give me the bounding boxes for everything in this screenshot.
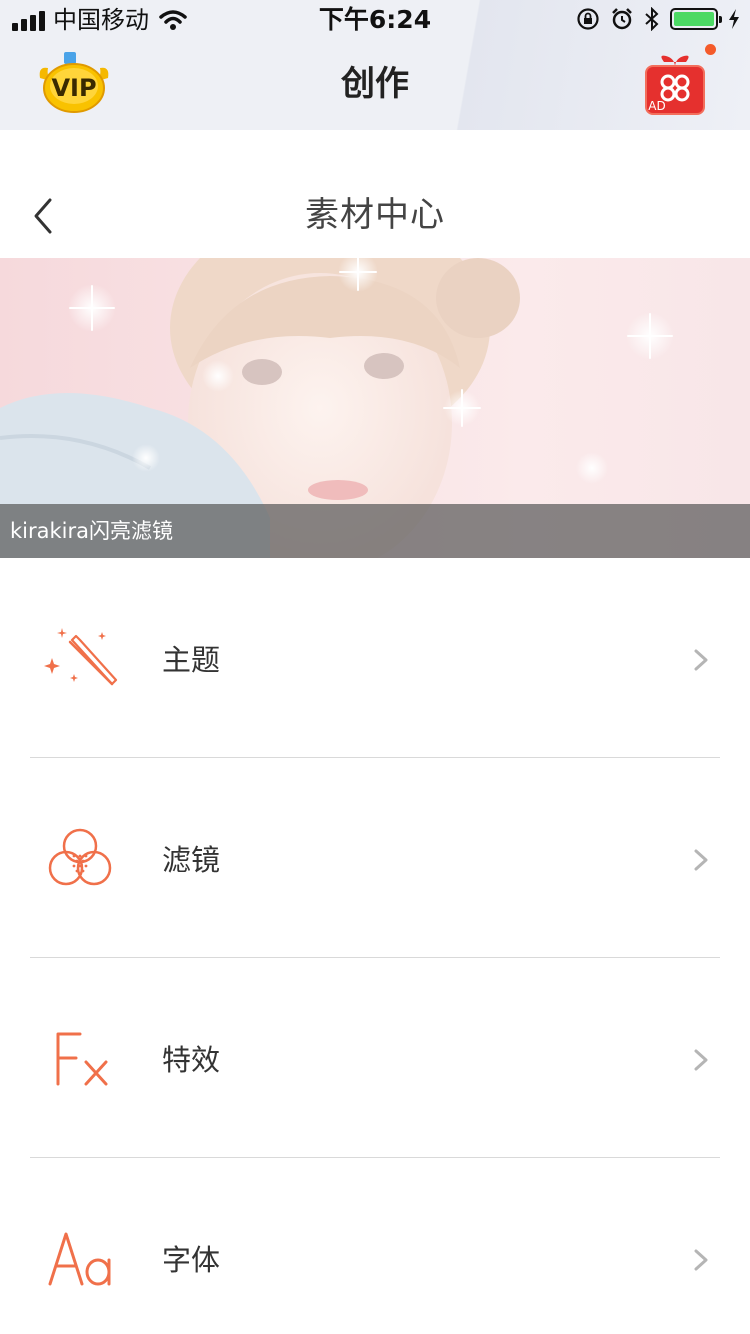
chevron-right-icon (694, 1249, 708, 1271)
gift-ad-text: AD (648, 99, 665, 113)
font-icon (48, 1232, 111, 1286)
menu-item-font[interactable]: 字体 (0, 1158, 750, 1334)
magic-wand-icon (44, 628, 118, 686)
app-title: 创作 (341, 64, 409, 104)
chevron-right-icon (694, 649, 708, 671)
bluetooth-icon (645, 7, 659, 31)
status-bar: 中国移动 下午6:24 (0, 0, 750, 40)
notification-dot (705, 44, 716, 55)
page-title: 素材中心 (305, 195, 445, 235)
nav-bar: 素材中心 (0, 130, 750, 258)
menu-item-effects[interactable]: 特效 (0, 958, 750, 1158)
fx-icon (56, 1032, 108, 1086)
top-area: 中国移动 下午6:24 VIP 创作 AD (0, 0, 750, 130)
menu-item-filter[interactable]: 滤镜 (0, 758, 750, 958)
app-header: VIP 创作 AD (0, 40, 750, 130)
rotation-lock-icon (577, 8, 599, 30)
charging-icon (729, 9, 739, 29)
menu-item-theme[interactable]: 主题 (0, 558, 750, 758)
status-right (576, 7, 740, 31)
alarm-icon (612, 8, 632, 30)
gift-ad-icon[interactable]: AD (644, 52, 706, 116)
chevron-right-icon (694, 1049, 708, 1071)
banner[interactable]: kirakira闪亮滤镜 (0, 258, 750, 558)
menu-item-label: 滤镜 (162, 843, 221, 877)
banner-caption: kirakira闪亮滤镜 (0, 504, 750, 558)
menu-item-label: 主题 (162, 643, 221, 677)
menu-item-label: 字体 (162, 1243, 221, 1277)
battery-icon (670, 8, 722, 30)
chevron-right-icon (694, 849, 708, 871)
filter-icon (48, 828, 112, 886)
menu-list: 主题 滤镜 特效 字体 (0, 558, 750, 1334)
menu-item-label: 特效 (162, 1043, 221, 1077)
banner-caption-text: kirakira闪亮滤镜 (10, 519, 173, 543)
